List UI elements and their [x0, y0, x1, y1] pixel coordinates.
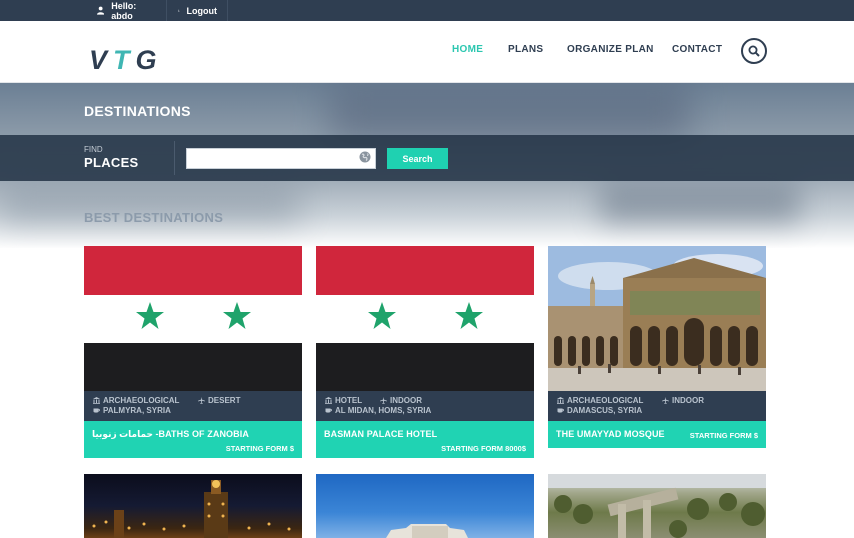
card-meta: ARCHAEOLOGICAL DESERT PALMYRA, SYRIA [84, 391, 302, 421]
umayyad-mosque-photo[interactable] [548, 246, 766, 391]
user-icon [178, 9, 180, 12]
top-bar: Hello: abdo Logout [0, 0, 854, 21]
landmark-icon [325, 397, 332, 404]
night-city-photo[interactable] [84, 474, 302, 538]
category-tag: ARCHAEOLOGICAL [557, 396, 643, 405]
nav-organize-plan[interactable]: ORGANIZE PLAN [567, 44, 654, 58]
location-text: AL MIDAN, HOMS, SYRIA [335, 406, 432, 415]
location-tag: AL MIDAN, HOMS, SYRIA [325, 406, 431, 415]
banner-background [330, 83, 690, 143]
card-footer[interactable]: THE UMAYYAD MOSQUE STARTING FORM $ [548, 421, 766, 448]
flag-stripe [316, 246, 534, 295]
places-label: PLACES [84, 155, 139, 170]
destination-name[interactable]: BASMAN PALACE HOTEL [324, 429, 437, 439]
type-tag: INDOOR [380, 396, 422, 405]
plane-icon [198, 397, 205, 404]
cup-icon [557, 408, 564, 413]
cup-icon [325, 408, 332, 413]
mosque-illustration [548, 246, 766, 391]
type-tag: INDOOR [662, 396, 704, 405]
user-icon [97, 6, 105, 15]
ruins-photo[interactable] [548, 474, 766, 538]
night-city-illustration [92, 480, 291, 538]
syrian-flag-image[interactable] [84, 246, 302, 391]
location-text: PALMYRA, SYRIA [103, 406, 171, 415]
price-label: STARTING FORM $ [225, 444, 294, 453]
banner-background [600, 183, 800, 223]
divider [174, 141, 175, 175]
star-icon [223, 302, 251, 329]
star-icon [455, 302, 483, 329]
cup-icon [93, 408, 100, 413]
logout-text: Logout [186, 5, 218, 16]
place-search-input[interactable] [186, 148, 376, 169]
ruins-illustration [548, 474, 766, 538]
globe-icon [359, 151, 371, 163]
type-tag: DESERT [198, 396, 240, 405]
landmark-illustration [386, 524, 468, 538]
logout-link[interactable]: Logout [168, 0, 228, 21]
card-meta: ARCHAEOLOGICAL INDOOR DAMASCUS, SYRIA [548, 391, 766, 421]
destination-name[interactable]: حمامات زنوبيا -BATHS OF ZANOBIA [92, 429, 249, 440]
section-title: BEST DESTINATIONS [84, 210, 224, 225]
site-logo[interactable]: VTG [89, 45, 163, 75]
location-text: DAMASCUS, SYRIA [567, 406, 643, 415]
nav-home[interactable]: HOME [452, 44, 483, 58]
landmark-icon [557, 397, 564, 404]
nav-plans[interactable]: PLANS [508, 44, 543, 58]
price-label: STARTING FORM $ [689, 431, 758, 440]
user-greeting[interactable]: Hello: abdo [87, 0, 167, 21]
category-tag: HOTEL [325, 396, 362, 405]
type-text: INDOOR [672, 396, 704, 405]
plane-icon [380, 397, 387, 404]
card-meta: HOTEL INDOOR AL MIDAN, HOMS, SYRIA [316, 391, 534, 421]
landmark-sky-photo[interactable] [316, 474, 534, 538]
flag-stripe [84, 343, 302, 391]
star-icon [136, 302, 164, 329]
flag-stripe [84, 246, 302, 295]
destination-name[interactable]: THE UMAYYAD MOSQUE [556, 429, 665, 439]
location-tag: PALMYRA, SYRIA [93, 406, 171, 415]
category-text: ARCHAEOLOGICAL [567, 396, 644, 405]
find-places-bar: FIND PLACES Search [0, 135, 854, 181]
card-footer[interactable]: حمامات زنوبيا -BATHS OF ZANOBIA STARTING… [84, 421, 302, 458]
logo-v: V [89, 45, 114, 75]
nav-contact[interactable]: CONTACT [672, 44, 722, 58]
site-header: VTG HOME PLANS ORGANIZE PLAN CONTACT [0, 21, 854, 83]
category-tag: ARCHAEOLOGICAL [93, 396, 179, 405]
landmark-icon [93, 397, 100, 404]
page-title: DESTINATIONS [84, 103, 191, 119]
price-label: STARTING FORM 8000$ [441, 444, 526, 453]
flag-stripe [316, 343, 534, 391]
flag-stripe [84, 295, 302, 343]
greeting-text: Hello: abdo [111, 0, 137, 21]
type-text: INDOOR [390, 396, 422, 405]
search-toggle-button[interactable] [741, 38, 767, 64]
find-label: FIND [84, 145, 103, 154]
category-text: ARCHAEOLOGICAL [103, 396, 180, 405]
star-icon [368, 302, 396, 329]
flag-stripe [316, 295, 534, 343]
card-footer[interactable]: BASMAN PALACE HOTEL STARTING FORM 8000$ [316, 421, 534, 458]
type-text: DESERT [208, 396, 241, 405]
syrian-flag-image[interactable] [316, 246, 534, 391]
location-tag: DAMASCUS, SYRIA [557, 406, 642, 415]
search-icon [748, 45, 760, 57]
plane-icon [662, 397, 669, 404]
logo-t: T [113, 45, 136, 75]
search-button[interactable]: Search [387, 148, 448, 169]
category-text: HOTEL [335, 396, 363, 405]
logo-g: G [135, 45, 163, 75]
